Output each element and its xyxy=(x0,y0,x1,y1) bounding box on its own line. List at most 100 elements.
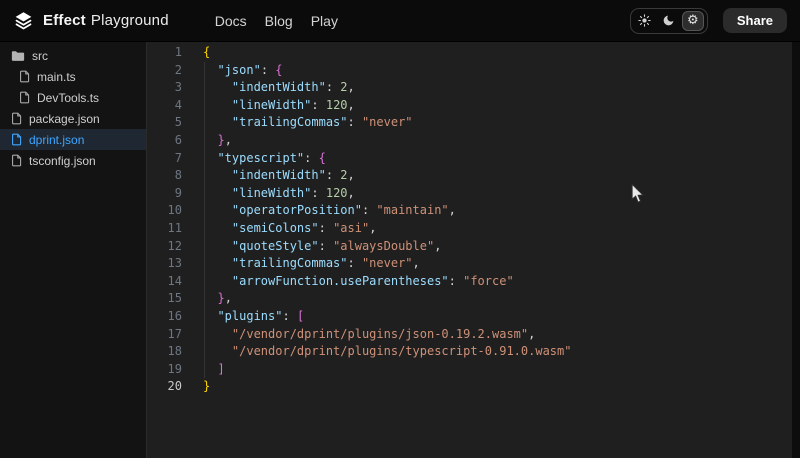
code-line[interactable]: 17 "/vendor/dprint/plugins/json-0.19.2.w… xyxy=(147,326,792,344)
line-number: 20 xyxy=(147,378,203,396)
line-number: 16 xyxy=(147,308,203,326)
code-line[interactable]: 13 "trailingCommas": "never", xyxy=(147,255,792,273)
code-line[interactable]: 14 "arrowFunction.useParentheses": "forc… xyxy=(147,273,792,291)
code-line[interactable]: 9 "lineWidth": 120, xyxy=(147,185,792,203)
code-text: "lineWidth": 120, xyxy=(203,185,355,203)
main-area: src main.ts DevTools.ts package.json dprint.… xyxy=(0,42,800,458)
line-number: 6 xyxy=(147,132,203,150)
code-text: "typescript": { xyxy=(203,150,326,168)
sun-icon xyxy=(638,14,651,27)
code-line[interactable]: 7 "typescript": { xyxy=(147,150,792,168)
file-icon xyxy=(11,154,22,167)
code-text: "operatorPosition": "maintain", xyxy=(203,202,456,220)
theme-toggle: ⚙ xyxy=(630,8,708,34)
code-text: "arrowFunction.useParentheses": "force" xyxy=(203,273,514,291)
sidebar-item-label: DevTools.ts xyxy=(37,91,99,105)
code-line[interactable]: 3 "indentWidth": 2, xyxy=(147,79,792,97)
line-number: 9 xyxy=(147,185,203,203)
header: EffectPlayground Docs Blog Play xyxy=(0,0,800,42)
code-text: "indentWidth": 2, xyxy=(203,79,355,97)
code-text: "json": { xyxy=(203,62,283,80)
nav-link-play[interactable]: Play xyxy=(311,13,338,29)
line-number: 7 xyxy=(147,150,203,168)
header-right: ⚙ Share xyxy=(630,8,787,34)
code-text: ] xyxy=(203,361,225,379)
line-number: 14 xyxy=(147,273,203,291)
line-number: 2 xyxy=(147,62,203,80)
sidebar-item-label: package.json xyxy=(29,112,100,126)
code-line[interactable]: 16 "plugins": [ xyxy=(147,308,792,326)
brand[interactable]: EffectPlayground xyxy=(13,10,169,31)
line-number: 11 xyxy=(147,220,203,238)
line-number: 4 xyxy=(147,97,203,115)
code-text: }, xyxy=(203,132,232,150)
code-line[interactable]: 6 }, xyxy=(147,132,792,150)
code-line[interactable]: 4 "lineWidth": 120, xyxy=(147,97,792,115)
code-text: }, xyxy=(203,290,232,308)
file-icon xyxy=(11,112,22,125)
sidebar-item-label: tsconfig.json xyxy=(29,154,96,168)
indent-guide xyxy=(204,62,205,379)
code-editor[interactable]: 1{2 "json": {3 "indentWidth": 2,4 "lineW… xyxy=(147,42,792,458)
file-tree: src main.ts DevTools.ts package.json dprint.… xyxy=(0,45,146,171)
code-text: "semiColons": "asi", xyxy=(203,220,376,238)
code-text: "plugins": [ xyxy=(203,308,304,326)
line-number: 18 xyxy=(147,343,203,361)
line-number: 8 xyxy=(147,167,203,185)
code-text: "/vendor/dprint/plugins/json-0.19.2.wasm… xyxy=(203,326,535,344)
file-explorer-sidebar: src main.ts DevTools.ts package.json dprint.… xyxy=(0,42,147,458)
file-icon xyxy=(19,91,30,104)
sidebar-item-dprint-json[interactable]: dprint.json xyxy=(0,129,146,150)
theme-light-button[interactable] xyxy=(634,11,656,31)
code-text: "quoteStyle": "alwaysDouble", xyxy=(203,238,441,256)
code-text: } xyxy=(203,378,210,396)
code-line[interactable]: 10 "operatorPosition": "maintain", xyxy=(147,202,792,220)
line-number: 12 xyxy=(147,238,203,256)
code-lines: 1{2 "json": {3 "indentWidth": 2,4 "lineW… xyxy=(147,44,792,396)
sidebar-item-package-json[interactable]: package.json xyxy=(0,108,146,129)
folder-icon xyxy=(11,50,25,62)
line-number: 10 xyxy=(147,202,203,220)
right-edge-strip xyxy=(792,42,800,458)
line-number: 19 xyxy=(147,361,203,379)
sidebar-item-main-ts[interactable]: main.ts xyxy=(0,66,146,87)
code-line[interactable]: 15 }, xyxy=(147,290,792,308)
sidebar-item-src[interactable]: src xyxy=(0,45,146,66)
file-icon xyxy=(11,133,22,146)
code-line[interactable]: 19 ] xyxy=(147,361,792,379)
share-button[interactable]: Share xyxy=(723,8,787,33)
theme-dark-button[interactable] xyxy=(658,11,680,31)
nav-link-docs[interactable]: Docs xyxy=(215,13,247,29)
line-number: 1 xyxy=(147,44,203,62)
code-line[interactable]: 11 "semiColons": "asi", xyxy=(147,220,792,238)
file-icon xyxy=(19,70,30,83)
line-number: 15 xyxy=(147,290,203,308)
sidebar-item-label: dprint.json xyxy=(29,133,84,147)
sidebar-item-label: src xyxy=(32,49,48,63)
code-line[interactable]: 2 "json": { xyxy=(147,62,792,80)
code-line[interactable]: 1{ xyxy=(147,44,792,62)
theme-system-button[interactable]: ⚙ xyxy=(682,11,704,31)
code-line[interactable]: 18 "/vendor/dprint/plugins/typescript-0.… xyxy=(147,343,792,361)
sidebar-item-devtools-ts[interactable]: DevTools.ts xyxy=(0,87,146,108)
code-text: "indentWidth": 2, xyxy=(203,167,355,185)
gear-icon: ⚙ xyxy=(687,14,699,27)
code-line[interactable]: 8 "indentWidth": 2, xyxy=(147,167,792,185)
app-title: EffectPlayground xyxy=(43,12,169,29)
code-line[interactable]: 12 "quoteStyle": "alwaysDouble", xyxy=(147,238,792,256)
effect-logo-icon xyxy=(13,10,34,31)
sidebar-item-label: main.ts xyxy=(37,70,76,84)
sidebar-item-tsconfig-json[interactable]: tsconfig.json xyxy=(0,150,146,171)
code-text: "trailingCommas": "never", xyxy=(203,255,420,273)
line-number: 17 xyxy=(147,326,203,344)
line-number: 3 xyxy=(147,79,203,97)
moon-icon xyxy=(662,14,675,27)
nav-link-blog[interactable]: Blog xyxy=(265,13,293,29)
code-line[interactable]: 20} xyxy=(147,378,792,396)
code-text: { xyxy=(203,44,210,62)
main-nav: Docs Blog Play xyxy=(215,13,338,29)
code-text: "/vendor/dprint/plugins/typescript-0.91.… xyxy=(203,343,571,361)
line-number: 13 xyxy=(147,255,203,273)
line-number: 5 xyxy=(147,114,203,132)
code-line[interactable]: 5 "trailingCommas": "never" xyxy=(147,114,792,132)
